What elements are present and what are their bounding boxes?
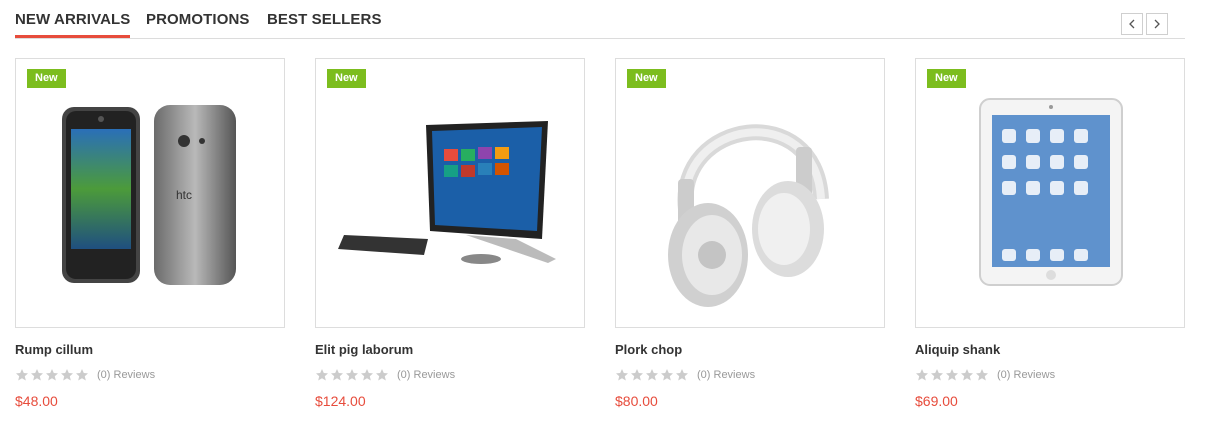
product-title[interactable]: Elit pig laborum — [315, 342, 585, 358]
product-card: New Aliquip shank (0) Reviews $69.00 — [915, 58, 1185, 409]
product-title[interactable]: Plork chop — [615, 342, 885, 358]
product-price: $124.00 — [315, 393, 366, 409]
new-badge: New — [627, 69, 666, 88]
phone-image: htc — [62, 105, 236, 285]
star-icon — [931, 369, 943, 381]
product-image-link[interactable]: New — [915, 58, 1185, 328]
tab-best-sellers[interactable]: BEST SELLERS — [267, 11, 382, 28]
star-icon — [346, 369, 358, 381]
product-image-link[interactable]: New — [615, 58, 885, 328]
reviews-link[interactable]: (0) Reviews — [997, 369, 1055, 381]
product-price: $69.00 — [915, 393, 958, 409]
star-icon — [976, 369, 988, 381]
star-icon — [676, 369, 688, 381]
product-price: $80.00 — [615, 393, 658, 409]
star-icon — [376, 369, 388, 381]
star-icon — [616, 369, 628, 381]
product-card: New Elit pig laborum (0) Reviews $124.00 — [315, 58, 585, 409]
headphones-image — [668, 124, 829, 307]
star-rating — [615, 368, 689, 382]
star-icon — [16, 369, 28, 381]
star-icon — [961, 369, 973, 381]
all-in-one-pc-image — [338, 121, 556, 264]
rating: (0) Reviews — [15, 368, 285, 382]
star-icon — [946, 369, 958, 381]
tablet-image — [979, 98, 1123, 286]
star-icon — [331, 369, 343, 381]
star-icon — [361, 369, 373, 381]
tab-promotions[interactable]: PROMOTIONS — [146, 11, 250, 28]
chevron-right-icon — [1154, 19, 1160, 29]
rating: (0) Reviews — [615, 368, 885, 382]
star-icon — [76, 369, 88, 381]
carousel-prev-button[interactable] — [1121, 13, 1143, 35]
product-title[interactable]: Aliquip shank — [915, 342, 1185, 358]
star-icon — [631, 369, 643, 381]
new-badge: New — [27, 69, 66, 88]
new-badge: New — [927, 69, 966, 88]
product-image-link[interactable]: htc New — [15, 58, 285, 328]
product-title[interactable]: Rump cillum — [15, 342, 285, 358]
star-icon — [916, 369, 928, 381]
star-rating — [315, 368, 389, 382]
star-icon — [661, 369, 673, 381]
new-badge: New — [327, 69, 366, 88]
tab-new-arrivals[interactable]: NEW ARRIVALS — [15, 11, 131, 38]
star-icon — [646, 369, 658, 381]
product-card: New Plork chop (0) Reviews $80.00 — [615, 58, 885, 409]
star-icon — [46, 369, 58, 381]
product-tabs: NEW ARRIVALS PROMOTIONS BEST SELLERS — [15, 0, 1185, 39]
star-rating — [15, 368, 89, 382]
carousel-next-button[interactable] — [1146, 13, 1168, 35]
product-price: $48.00 — [15, 393, 58, 409]
reviews-link[interactable]: (0) Reviews — [697, 369, 755, 381]
reviews-link[interactable]: (0) Reviews — [397, 369, 455, 381]
star-rating — [915, 368, 989, 382]
rating: (0) Reviews — [915, 368, 1185, 382]
svg-text:htc: htc — [176, 188, 192, 202]
star-icon — [61, 369, 73, 381]
reviews-link[interactable]: (0) Reviews — [97, 369, 155, 381]
chevron-left-icon — [1129, 19, 1135, 29]
product-image-link[interactable]: New — [315, 58, 585, 328]
star-icon — [316, 369, 328, 381]
product-card: htc New Rump cillum (0) Reviews $48.00 — [15, 58, 285, 409]
star-icon — [31, 369, 43, 381]
rating: (0) Reviews — [315, 368, 585, 382]
